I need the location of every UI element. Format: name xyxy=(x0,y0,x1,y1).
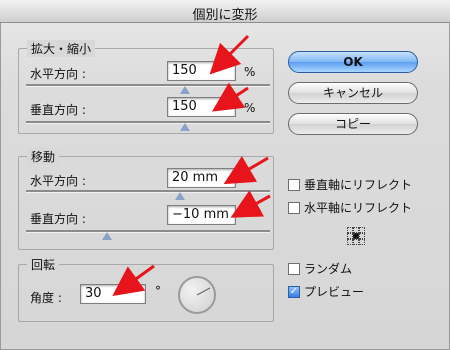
transform-each-dialog: 個別に変形 拡大・縮小 水平方向 : 150 % 垂直方向 : 150 % 移動… xyxy=(0,0,450,350)
annotation-arrow-icon xyxy=(112,34,271,297)
